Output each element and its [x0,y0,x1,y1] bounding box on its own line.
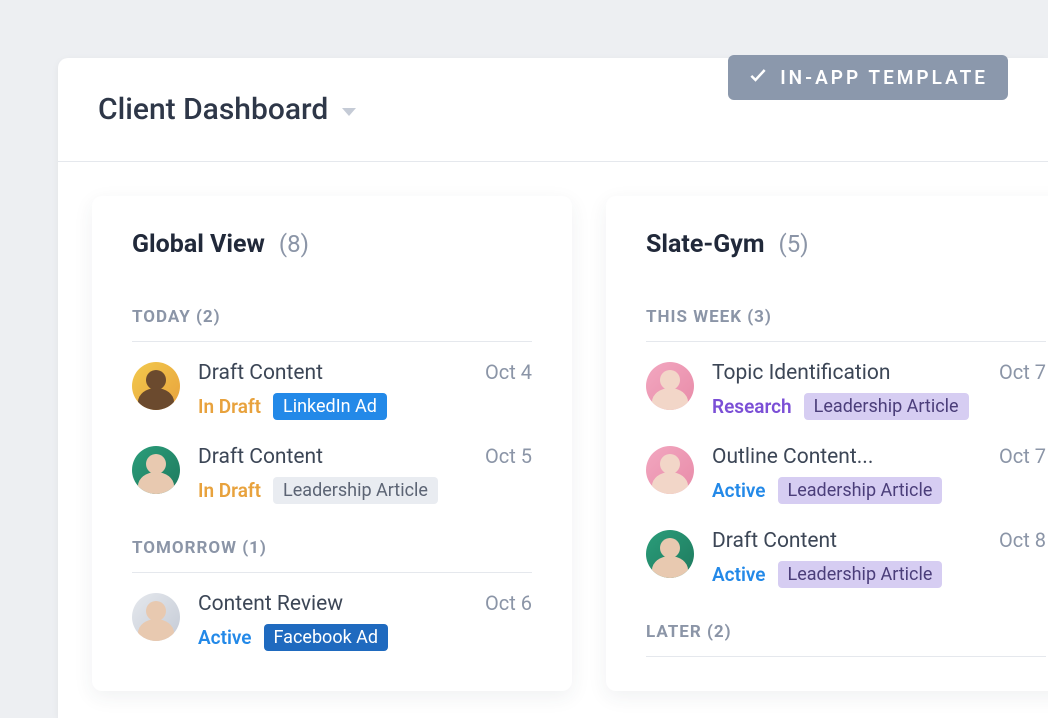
task-bottom-row: Research Leadership Article [712,393,1046,420]
task-title[interactable]: Draft Content [198,361,323,385]
status-badge[interactable]: Active [198,626,252,649]
task-date: Oct 5 [485,444,532,468]
check-icon [748,65,768,90]
tag-badge[interactable]: Leadership Article [273,477,438,504]
task-date: Oct 6 [485,591,532,615]
task-bottom-row: Active Facebook Ad [198,624,532,651]
avatar [646,446,694,494]
task-title[interactable]: Draft Content [712,529,837,553]
task-date: Oct 7 [999,360,1046,384]
group-block: TODAY (2) Draft Content Oct 4 In Draft Linke… [132,307,532,504]
column-header: Slate-Gym (5) [646,230,1046,259]
task-date: Oct 8 [999,528,1046,552]
task-body: Draft Content Oct 5 In Draft Leadership Art… [198,444,532,504]
group-label: TODAY (2) [132,307,532,327]
task-bottom-row: Active Leadership Article [712,477,1046,504]
task-bottom-row: Active Leadership Article [712,561,1046,588]
task-date: Oct 7 [999,444,1046,468]
divider [646,656,1046,657]
divider [132,341,532,342]
task-title[interactable]: Outline Content... [712,445,873,469]
column-count: (8) [279,230,309,258]
divider [132,572,532,573]
task-title[interactable]: Content Review [198,592,343,616]
status-badge[interactable]: In Draft [198,395,261,418]
task-item[interactable]: Outline Content... Oct 7 Active Leadership … [646,444,1046,504]
task-top-row: Outline Content... Oct 7 [712,444,1046,469]
task-item[interactable]: Draft Content Oct 4 In Draft LinkedIn Ad [132,360,532,420]
task-top-row: Topic Identification Oct 7 [712,360,1046,385]
status-badge[interactable]: Active [712,563,766,586]
chevron-down-icon[interactable] [342,108,356,116]
task-body: Outline Content... Oct 7 Active Leadership … [712,444,1046,504]
group-block: LATER (2) [646,622,1046,657]
tag-badge[interactable]: LinkedIn Ad [273,393,387,420]
group-block: TOMORROW (1) Content Review Oct 6 Active Fac… [132,538,532,651]
task-title[interactable]: Draft Content [198,445,323,469]
status-badge[interactable]: Active [712,479,766,502]
column-card: Global View (8) TODAY (2) Draft Content Oct … [92,196,572,691]
column-title[interactable]: Slate-Gym [646,230,764,259]
status-badge[interactable]: Research [712,395,792,418]
task-body: Topic Identification Oct 7 Research Leaders… [712,360,1046,420]
status-badge[interactable]: In Draft [198,479,261,502]
column-title[interactable]: Global View [132,230,265,259]
task-body: Content Review Oct 6 Active Facebook Ad [198,591,532,651]
template-badge-label: IN-APP TEMPLATE [780,66,988,89]
column-header: Global View (8) [132,230,532,259]
group-label: LATER (2) [646,622,1046,642]
task-body: Draft Content Oct 8 Active Leadership Artic… [712,528,1046,588]
tag-badge[interactable]: Leadership Article [778,561,943,588]
page-title[interactable]: Client Dashboard [98,92,328,127]
group-label: TOMORROW (1) [132,538,532,558]
task-top-row: Content Review Oct 6 [198,591,532,616]
tag-badge[interactable]: Leadership Article [804,393,969,420]
task-bottom-row: In Draft Leadership Article [198,477,532,504]
task-top-row: Draft Content Oct 8 [712,528,1046,553]
column-count: (5) [778,230,808,258]
tag-badge[interactable]: Leadership Article [778,477,943,504]
task-item[interactable]: Draft Content Oct 8 Active Leadership Artic… [646,528,1046,588]
task-item[interactable]: Topic Identification Oct 7 Research Leaders… [646,360,1046,420]
group-block: THIS WEEK (3) Topic Identification Oct 7 Re… [646,307,1046,588]
avatar [646,362,694,410]
task-date: Oct 4 [485,360,532,384]
avatar [132,362,180,410]
task-item[interactable]: Draft Content Oct 5 In Draft Leadership Art… [132,444,532,504]
column-card: Slate-Gym (5) THIS WEEK (3) Topic Identific… [606,196,1048,691]
avatar [132,593,180,641]
divider [646,341,1046,342]
group-label: THIS WEEK (3) [646,307,1046,327]
tag-badge[interactable]: Facebook Ad [264,624,389,651]
columns-wrap: Global View (8) TODAY (2) Draft Content Oct … [58,162,1048,691]
task-title[interactable]: Topic Identification [712,361,890,385]
task-top-row: Draft Content Oct 4 [198,360,532,385]
task-top-row: Draft Content Oct 5 [198,444,532,469]
avatar [132,446,180,494]
task-item[interactable]: Content Review Oct 6 Active Facebook Ad [132,591,532,651]
avatar [646,530,694,578]
task-body: Draft Content Oct 4 In Draft LinkedIn Ad [198,360,532,420]
main-panel: Client Dashboard Global View (8) TODAY (2)… [58,58,1048,718]
in-app-template-badge: IN-APP TEMPLATE [728,55,1008,100]
task-bottom-row: In Draft LinkedIn Ad [198,393,532,420]
